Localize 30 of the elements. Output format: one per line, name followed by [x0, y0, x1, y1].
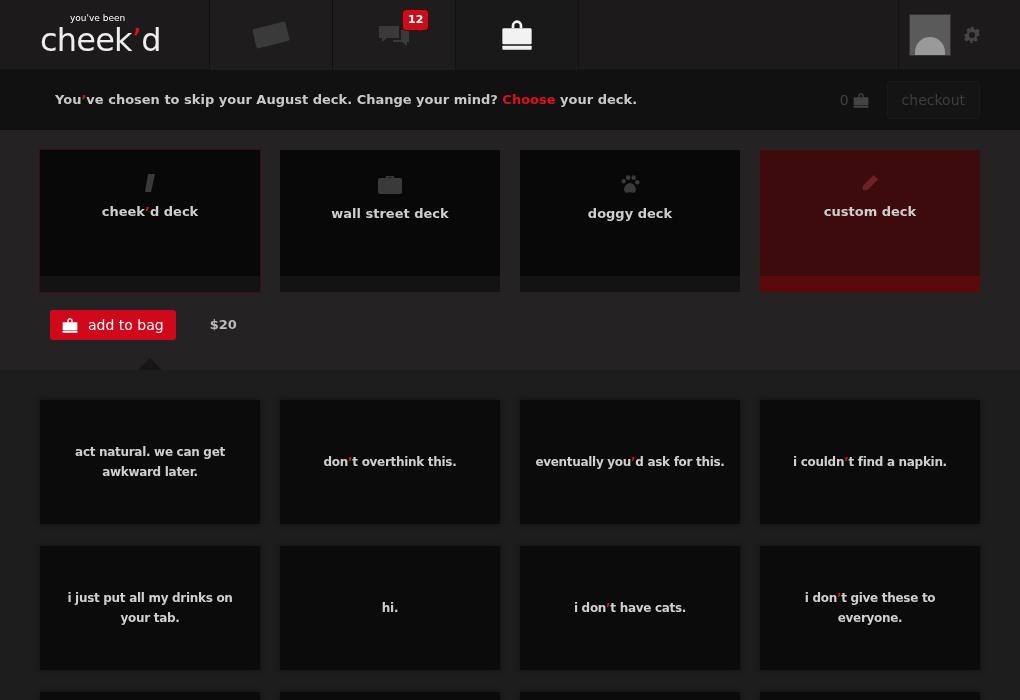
paw-icon	[619, 174, 641, 194]
deck-card[interactable]: cheek’d deck	[40, 150, 260, 292]
nav-tab[interactable]	[456, 0, 579, 70]
phrase-card[interactable]: i just put all my drinks on your tab.	[40, 546, 260, 670]
phrase-card[interactable]: eventually you’d ask for this.	[520, 400, 740, 524]
nav-tab[interactable]: 12	[333, 0, 456, 70]
price-label: $20	[209, 316, 237, 335]
notification-badge: 12	[402, 9, 430, 31]
deck-card[interactable]: doggy deck	[520, 150, 740, 292]
deck-card[interactable]: wall street deck	[280, 150, 500, 292]
skip-notice: You’ve chosen to skip your August deck. Change your mind? Choose your deck.	[55, 91, 638, 110]
apostrophe-icon	[145, 174, 155, 192]
logo-wordmark: cheek’d	[40, 22, 161, 57]
deck-card[interactable]: custom deck	[760, 150, 980, 292]
phrase-card[interactable]: i don’t have cats.	[520, 546, 740, 670]
add-to-bag-button[interactable]: add to bag	[50, 310, 176, 340]
choose-link[interactable]: Choose	[502, 92, 556, 108]
briefcase-icon	[378, 174, 402, 194]
phrase-card[interactable]: don’t overthink this.	[280, 400, 500, 524]
bag-icon	[852, 92, 869, 108]
phrase-card[interactable]: i don’t give these to everyone.	[760, 546, 980, 670]
phrase-card[interactable]: i couldn’t find a napkin.	[760, 400, 980, 524]
phrase-card[interactable]: hi.	[280, 546, 500, 670]
bag-icon	[62, 317, 78, 333]
logo-tagline: you've been	[70, 12, 126, 23]
avatar-placeholder[interactable]	[909, 13, 951, 56]
shopping-bag-icon	[501, 20, 533, 50]
settings-icon[interactable]	[963, 25, 981, 44]
pencil-icon	[861, 174, 879, 192]
phrase-card[interactable]: act natural. we can get awkward later.	[40, 400, 260, 524]
